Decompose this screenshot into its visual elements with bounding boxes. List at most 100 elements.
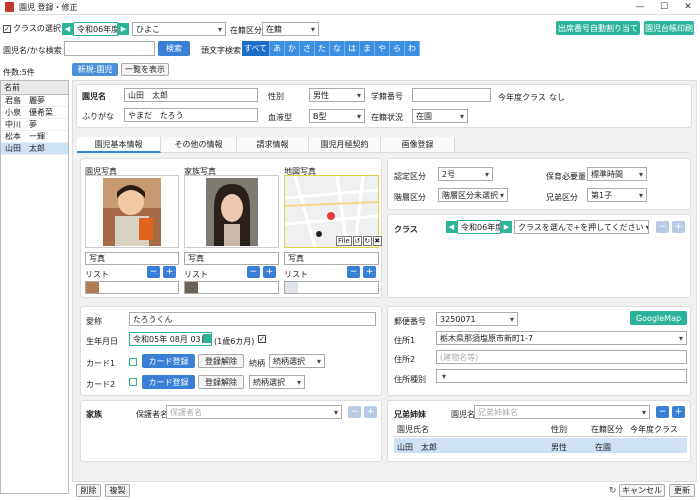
kana-ha-button[interactable]: は — [345, 41, 360, 56]
cancel-button[interactable]: キャンセル — [619, 484, 665, 497]
sibling-add-button[interactable]: + — [672, 406, 685, 418]
kana-wa-button[interactable]: わ — [405, 41, 420, 56]
tab-basic-info[interactable]: 園児基本情報 — [77, 137, 161, 153]
auto-number-button[interactable]: 出席番号自動割り当て — [556, 21, 640, 35]
class-add-button[interactable]: + — [672, 221, 685, 233]
kana-all-button[interactable]: すべて — [242, 41, 270, 56]
table-row[interactable]: 山田 太郎 男性 在園 — [394, 438, 687, 453]
tab-other-info[interactable]: その他の情報 — [161, 137, 237, 153]
list-item[interactable]: 小泉 優希菜 — [1, 107, 68, 119]
kana-na-button[interactable]: な — [330, 41, 345, 56]
nickname-input[interactable]: たろうくん — [129, 312, 376, 326]
ledger-print-button[interactable]: 園児台帳印刷 — [644, 21, 694, 35]
card1-register-button[interactable]: カード登録 — [142, 354, 195, 368]
copy-button[interactable]: 複製 — [105, 484, 130, 497]
maximize-button[interactable]: ☐ — [652, 2, 676, 12]
card1-unregister-button[interactable]: 登録解除 — [198, 354, 244, 368]
address2-input[interactable]: (建物名等) — [436, 350, 687, 364]
enroll-dropdown[interactable]: 在籍 — [262, 22, 319, 36]
card1-relation-dropdown[interactable]: 続柄選択 — [269, 354, 325, 368]
child-photo-remove-button[interactable]: − — [147, 266, 160, 278]
new-child-button[interactable]: 新規:園児 — [72, 63, 118, 76]
card2-relation-dropdown[interactable]: 続柄選択 — [249, 375, 305, 389]
cert-dropdown[interactable]: 2号 — [438, 167, 493, 181]
family-photo-frame[interactable] — [184, 175, 279, 248]
family-photo-list[interactable] — [184, 281, 279, 294]
status-dropdown[interactable]: 在園 — [412, 109, 468, 123]
map-photo-list[interactable] — [284, 281, 379, 294]
list-item[interactable]: 松本 一輝 — [1, 131, 68, 143]
child-name-input[interactable]: 山田 太郎 — [124, 88, 258, 102]
tab-monthly-contract[interactable]: 園児月極契約 — [309, 137, 381, 153]
year-next-button[interactable]: ▶ — [118, 23, 129, 35]
furigana-input[interactable]: やまだ たろう — [124, 108, 258, 122]
zip-input[interactable]: 3250071 — [436, 312, 518, 326]
map-photo-caption[interactable]: 写真 — [284, 252, 379, 265]
show-list-button[interactable]: 一覧を表示 — [121, 63, 169, 76]
address-type-dropdown[interactable] — [436, 369, 687, 383]
class-select-checkbox-group[interactable]: ✓ クラスの選択 — [3, 23, 61, 34]
search-button[interactable]: 検索 — [158, 41, 190, 56]
minimize-button[interactable]: — — [628, 2, 652, 12]
google-map-button[interactable]: GoogleMap — [630, 311, 687, 325]
map-file-label[interactable]: File — [336, 236, 352, 246]
year-prev-button[interactable]: ◀ — [62, 23, 73, 35]
sibling-rank-dropdown[interactable]: 第1子 — [587, 188, 647, 202]
need-dropdown[interactable]: 標準時間 — [587, 167, 647, 181]
kana-a-button[interactable]: あ — [270, 41, 285, 56]
tab-billing-info[interactable]: 請求情報 — [237, 137, 309, 153]
class-remove-button[interactable]: − — [656, 221, 669, 233]
tier-dropdown[interactable]: 階層区分未選択 — [438, 188, 508, 202]
child-photo-list[interactable] — [85, 281, 179, 294]
gender-dropdown[interactable]: 男性 — [309, 88, 365, 102]
class-select-checkbox[interactable]: ✓ — [3, 24, 11, 33]
list-item[interactable]: 中川 夢 — [1, 119, 68, 131]
family-photo-remove-button[interactable]: − — [247, 266, 260, 278]
card1-checkbox[interactable] — [129, 358, 137, 366]
refresh-icon[interactable]: ↻ — [609, 486, 617, 496]
birthdate-checkbox[interactable]: ✓ — [258, 335, 266, 343]
child-photo-add-button[interactable]: + — [163, 266, 176, 278]
card2-register-button[interactable]: カード登録 — [142, 375, 195, 389]
map-photo-add-button[interactable]: + — [363, 266, 376, 278]
search-input[interactable] — [64, 41, 155, 56]
blood-dropdown[interactable]: B型 — [309, 109, 365, 123]
kana-sa-button[interactable]: さ — [300, 41, 315, 56]
class-dropdown[interactable]: ひよこ — [132, 22, 226, 36]
list-item[interactable]: 君島 麗夢 — [1, 95, 68, 107]
remove-image-icon[interactable]: ✖ — [372, 236, 382, 246]
class-year-field[interactable]: 令和06年度 — [457, 220, 501, 234]
card2-unregister-button[interactable]: 登録解除 — [198, 375, 244, 389]
rotate-right-icon[interactable]: ↻ — [362, 236, 372, 246]
sibling-dropdown[interactable]: 兄弟姉妹名 — [474, 405, 650, 419]
child-photo-frame[interactable] — [85, 175, 179, 248]
guardian-dropdown[interactable]: 保護者名 — [166, 405, 342, 419]
kana-ma-button[interactable]: ま — [360, 41, 375, 56]
rotate-left-icon[interactable]: ↺ — [352, 236, 362, 246]
child-photo-caption[interactable]: 写真 — [85, 252, 179, 265]
tab-image-registration[interactable]: 画像登録 — [381, 137, 455, 153]
delete-button[interactable]: 削除 — [76, 484, 101, 497]
calendar-icon[interactable] — [203, 334, 211, 343]
student-number-input[interactable] — [412, 88, 491, 102]
class-year-prev-button[interactable]: ◀ — [446, 221, 457, 233]
close-button[interactable]: ✕ — [676, 2, 700, 12]
year-field[interactable]: 令和06年度 — [73, 22, 118, 36]
class-add-dropdown[interactable]: クラスを選んで+を押してください — [514, 220, 649, 234]
address1-input[interactable]: 栃木県那須塩原市新町1-7 — [436, 331, 687, 345]
kana-ya-button[interactable]: や — [375, 41, 390, 56]
class-year-next-button[interactable]: ▶ — [501, 221, 512, 233]
family-photo-add-button[interactable]: + — [263, 266, 276, 278]
kana-ka-button[interactable]: か — [285, 41, 300, 56]
map-photo-remove-button[interactable]: − — [347, 266, 360, 278]
card2-checkbox[interactable] — [129, 378, 137, 386]
kana-ta-button[interactable]: た — [315, 41, 330, 56]
update-button[interactable]: 更新 — [669, 484, 695, 497]
birthdate-input[interactable]: 令和05年 08月 03日 — [129, 332, 212, 346]
family-photo-caption[interactable]: 写真 — [184, 252, 279, 265]
list-item[interactable]: 山田 太郎 — [1, 143, 68, 155]
sibling-remove-button[interactable]: − — [656, 406, 669, 418]
guardian-remove-button[interactable]: − — [348, 406, 361, 418]
kana-ra-button[interactable]: ら — [390, 41, 405, 56]
guardian-add-button[interactable]: + — [364, 406, 377, 418]
